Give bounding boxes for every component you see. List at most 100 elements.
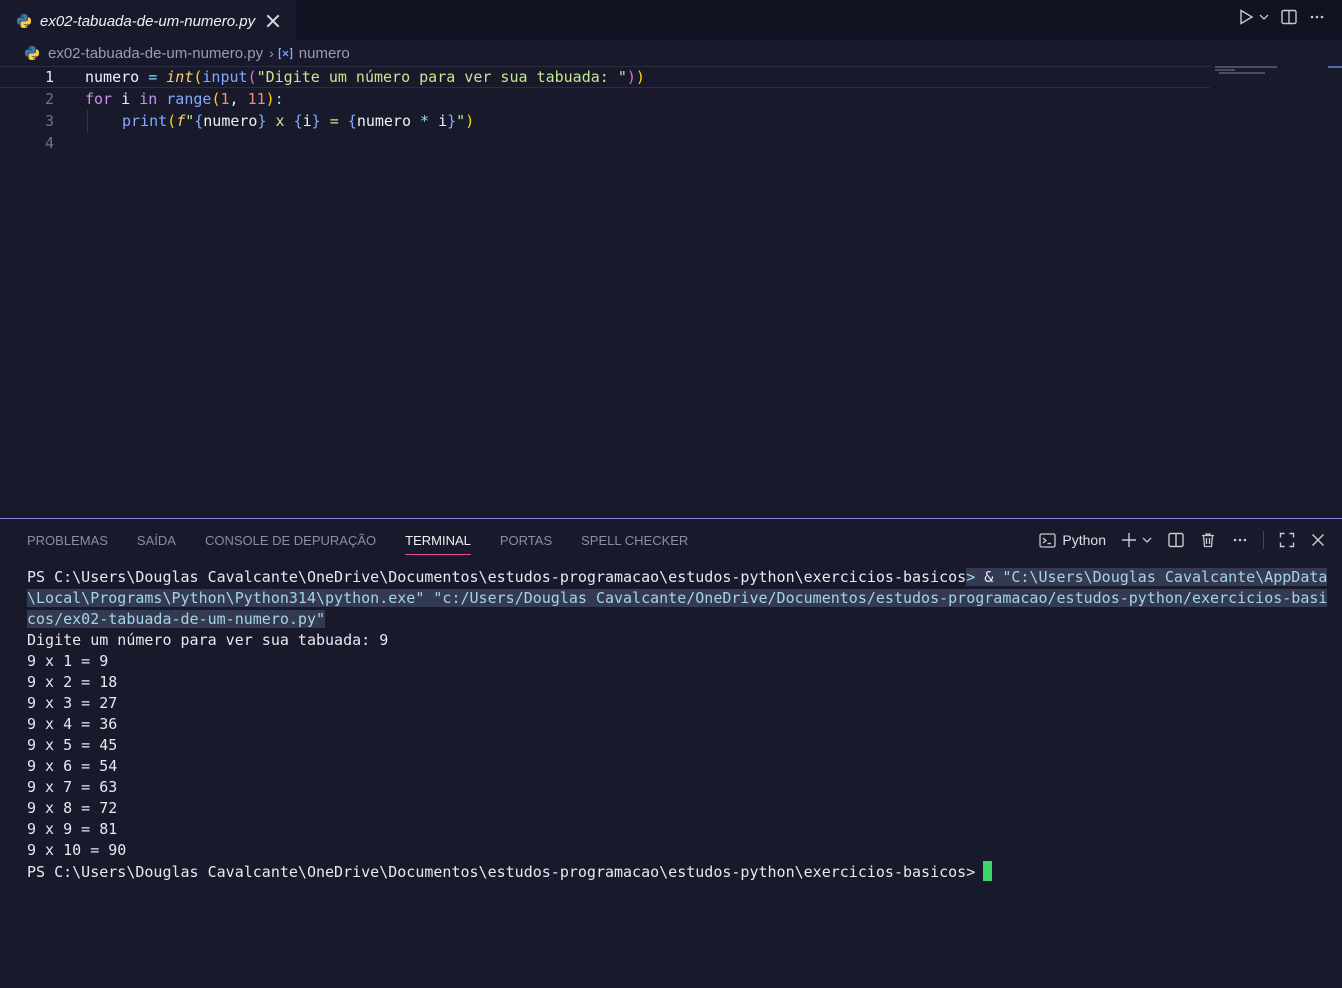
terminal-output[interactable]: PS C:\Users\Douglas Cavalcante\OneDrive\… — [27, 567, 1328, 882]
terminal-line: PS C:\Users\Douglas Cavalcante\OneDrive\… — [27, 861, 1327, 882]
split-icon — [1168, 532, 1184, 548]
maximize-panel-button[interactable] — [1278, 531, 1296, 549]
token: f — [176, 112, 186, 130]
terminal-prompt: PS C:\Users\Douglas Cavalcante\OneDrive\… — [27, 568, 967, 586]
terminal-line: 9 x 4 = 36 — [27, 715, 118, 733]
code-line-4[interactable]: 4 — [0, 132, 1210, 154]
token: ( — [167, 112, 177, 130]
terminal-line: cos/ex02-tabuada-de-um-numero.py" — [27, 609, 1327, 630]
terminal-line: 9 x 10 = 90 — [27, 841, 127, 859]
token: "Digite um número para ver sua tabuada: … — [256, 68, 627, 86]
split-terminal-button[interactable] — [1167, 531, 1185, 549]
token: : — [274, 90, 284, 108]
toolbar-divider — [1263, 531, 1264, 549]
selected-text: & — [984, 568, 994, 586]
ellipsis-icon — [1310, 15, 1324, 19]
terminal-line: 9 x 6 = 54 — [27, 757, 118, 775]
token: = — [139, 68, 167, 86]
token: numero — [203, 112, 258, 130]
variable-icon — [278, 47, 292, 59]
run-button[interactable] — [1237, 8, 1270, 26]
breadcrumb-symbol[interactable]: numero — [299, 45, 350, 62]
play-icon — [1240, 9, 1254, 25]
close-icon[interactable] — [265, 13, 281, 29]
editor-actions — [1237, 8, 1326, 26]
terminal-line: 9 x 3 = 27 — [27, 694, 118, 712]
editor-tab[interactable]: ex02-tabuada-de-um-numero.py — [0, 0, 296, 41]
tab-ports[interactable]: PORTAS — [500, 533, 552, 555]
minimap[interactable] — [1215, 66, 1277, 74]
token: 1 — [220, 90, 230, 108]
tab-output[interactable]: SAÍDA — [137, 533, 176, 555]
maximize-icon — [1279, 532, 1295, 548]
terminal-line: 9 x 8 = 72 — [27, 799, 118, 817]
token: , — [229, 90, 248, 108]
tab-debug-console[interactable]: CONSOLE DE DEPURAÇÃO — [205, 533, 376, 555]
terminal-icon — [1039, 532, 1057, 548]
line-number: 3 — [44, 112, 54, 130]
code-editor[interactable]: 1 numero = int(input("Digite um número p… — [0, 66, 1342, 518]
token: ( — [247, 68, 257, 86]
panel-actions: Python — [1039, 531, 1326, 549]
close-panel-button[interactable] — [1310, 532, 1326, 548]
token: ) — [265, 90, 275, 108]
chevron-down-icon — [1142, 537, 1152, 543]
token: " — [456, 112, 466, 130]
tab-label: ex02-tabuada-de-um-numero.py — [40, 12, 256, 30]
token: print — [122, 112, 168, 130]
token: int — [166, 68, 194, 86]
terminal-shell-selector[interactable]: Python — [1039, 532, 1106, 549]
token: numero — [85, 68, 140, 86]
more-actions-button[interactable] — [1231, 531, 1249, 549]
chevron-right-icon: › — [269, 45, 274, 61]
token: { — [347, 112, 357, 130]
tab-terminal[interactable]: TERMINAL — [405, 533, 471, 555]
terminal-line: 9 x 7 = 63 — [27, 778, 118, 796]
selected-text: cos/ex02-tabuada-de-um-numero.py" — [27, 610, 326, 628]
token: x — [266, 112, 294, 130]
plus-icon — [1122, 533, 1136, 547]
token: " — [185, 112, 195, 130]
token: } — [311, 112, 321, 130]
token: ) — [465, 112, 475, 130]
scrollbar-marker[interactable] — [1328, 66, 1342, 68]
token: for — [85, 90, 113, 108]
bottom-panel: PROBLEMAS SAÍDA CONSOLE DE DEPURAÇÃO TER… — [0, 518, 1342, 988]
token: numero — [356, 112, 411, 130]
terminal-line: \Local\Programs\Python\Python314\python.… — [27, 588, 1328, 609]
terminal-line: 9 x 1 = 9 — [27, 652, 109, 670]
selected-text: \Local\Programs\Python\Python314\python.… — [27, 589, 1328, 607]
terminal-line: 9 x 5 = 45 — [27, 736, 118, 754]
terminal-line: PS C:\Users\Douglas Cavalcante\OneDrive\… — [27, 567, 1328, 588]
token: i — [112, 90, 140, 108]
token: in — [139, 90, 158, 108]
token: } — [447, 112, 457, 130]
new-terminal-button[interactable] — [1120, 531, 1153, 549]
split-editor-button[interactable] — [1280, 8, 1298, 26]
terminal-line: 9 x 2 = 18 — [27, 673, 118, 691]
shell-label: Python — [1062, 532, 1106, 548]
line-number: 2 — [44, 90, 54, 108]
chevron-down-icon — [1259, 14, 1269, 20]
code-line-3[interactable]: 3 print(f"{numero} x {i} = {numero * i}"… — [0, 110, 1210, 132]
token: = — [320, 112, 348, 130]
terminal-prompt: PS C:\Users\Douglas Cavalcante\OneDrive\… — [27, 863, 976, 881]
kill-terminal-button[interactable] — [1199, 531, 1217, 549]
line-number: 1 — [44, 68, 54, 86]
breadcrumb-file[interactable]: ex02-tabuada-de-um-numero.py — [48, 45, 263, 62]
line-number: 4 — [44, 134, 54, 152]
token: * — [411, 112, 439, 130]
code-line-1[interactable]: 1 numero = int(input("Digite um número p… — [0, 66, 1210, 88]
terminal-line: Digite um número para ver sua tabuada: 9 — [27, 631, 389, 649]
tab-problems[interactable]: PROBLEMAS — [27, 533, 108, 555]
token: i — [438, 112, 448, 130]
close-icon — [1311, 533, 1325, 547]
code-line-2[interactable]: 2 for i in range(1, 11): — [0, 88, 1210, 110]
token: i — [302, 112, 312, 130]
terminal-cursor — [983, 861, 993, 881]
tab-spell-checker[interactable]: SPELL CHECKER — [581, 533, 688, 555]
more-actions-button[interactable] — [1308, 8, 1326, 26]
trash-icon — [1202, 533, 1214, 548]
token: input — [202, 68, 248, 86]
token: { — [194, 112, 204, 130]
